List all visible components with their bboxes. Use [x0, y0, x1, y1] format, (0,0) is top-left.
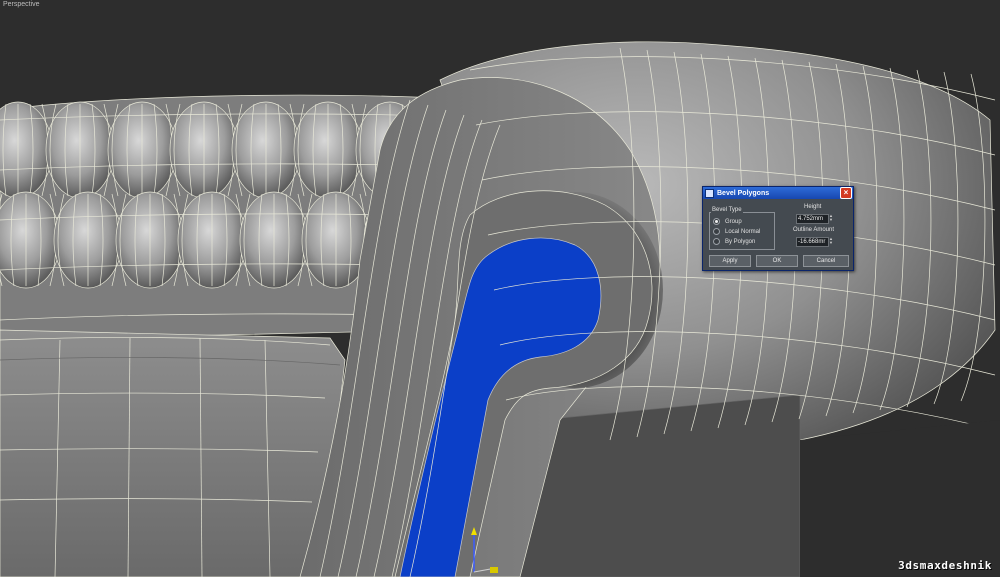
- radio-group[interactable]: Group: [713, 218, 742, 225]
- outline-amount-label: Outline Amount: [793, 227, 835, 233]
- transform-gizmo-icon[interactable]: [462, 522, 502, 577]
- seat-cushion: [0, 329, 346, 577]
- dialog-title: Bevel Polygons: [717, 189, 770, 197]
- radio-label-by-polygon: By Polygon: [725, 238, 756, 245]
- max-app-icon: [705, 188, 714, 198]
- perspective-viewport[interactable]: Perspective Bevel Polygons × Bevel Type …: [0, 0, 1000, 577]
- sofa-wireframe-scene: [0, 41, 1000, 577]
- cancel-button[interactable]: Cancel: [803, 255, 849, 267]
- radio-label-local-normal: Local Normal: [725, 228, 761, 235]
- radio-local-normal[interactable]: Local Normal: [713, 228, 760, 235]
- ok-button[interactable]: OK: [756, 255, 798, 267]
- apply-button[interactable]: Apply: [709, 255, 751, 267]
- dialog-titlebar[interactable]: Bevel Polygons ×: [703, 187, 853, 199]
- close-icon[interactable]: ×: [840, 187, 852, 199]
- radio-by-polygon[interactable]: By Polygon: [713, 238, 755, 245]
- watermark-text: 3dsmaxdeshnik: [898, 559, 992, 572]
- radio-button-group[interactable]: [713, 218, 720, 225]
- height-spinner-arrows-icon[interactable]: ▲ ▼: [829, 214, 833, 223]
- height-label: Height: [804, 204, 822, 210]
- radio-label-group: Group: [725, 218, 742, 225]
- outline-amount-field[interactable]: -16.668mr: [796, 237, 829, 247]
- height-field[interactable]: 4.752mm: [796, 214, 829, 224]
- outline-spinner-arrows-icon[interactable]: ▲ ▼: [829, 237, 833, 246]
- bevel-polygons-dialog[interactable]: Bevel Polygons × Bevel Type Group Local …: [702, 186, 854, 271]
- bevel-type-label: Bevel Type: [711, 207, 743, 213]
- radio-button-local-normal[interactable]: [713, 228, 720, 235]
- radio-button-by-polygon[interactable]: [713, 238, 720, 245]
